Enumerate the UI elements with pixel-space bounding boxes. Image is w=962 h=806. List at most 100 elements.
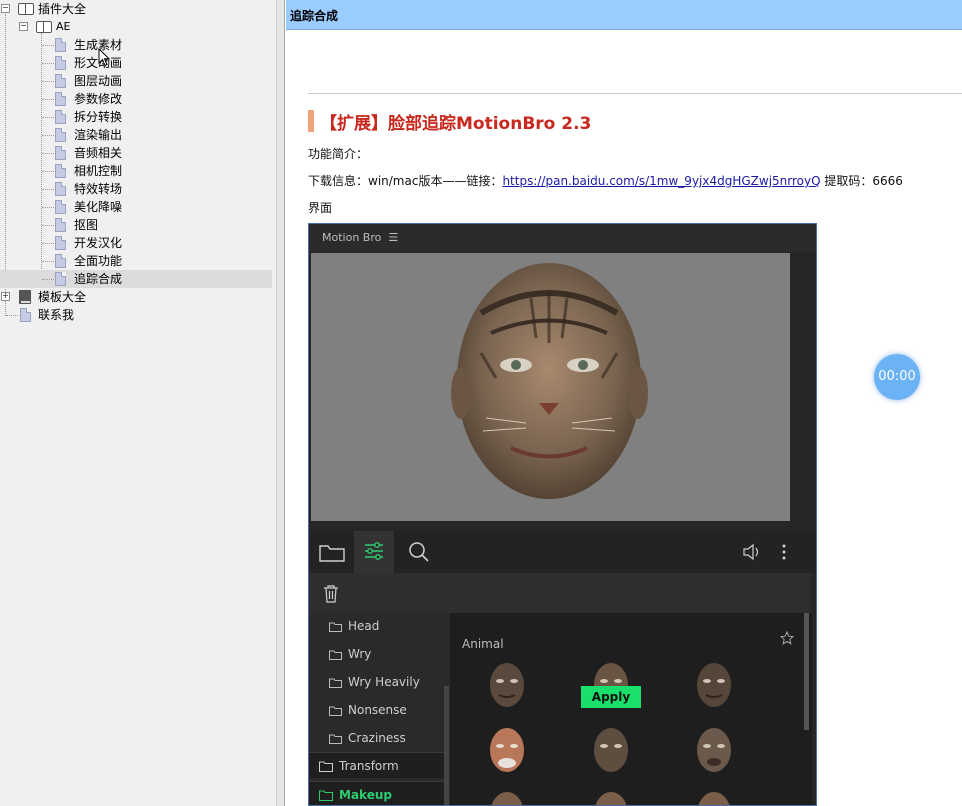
tree-item[interactable]: 拆分转换 — [0, 108, 272, 126]
page-icon — [55, 38, 66, 52]
preset-thumbnail[interactable] — [591, 726, 631, 774]
preset-thumbnail[interactable] — [487, 790, 527, 806]
page-icon — [55, 272, 66, 286]
tree-line — [42, 81, 54, 82]
page-icon — [55, 182, 66, 196]
subcategory-item[interactable]: Wry — [329, 641, 371, 667]
tree-item[interactable]: 渲染输出 — [0, 126, 272, 144]
tree-item[interactable]: 图层动画 — [0, 72, 272, 90]
cat-face-image — [451, 263, 648, 499]
subcategory-label: Head — [348, 619, 380, 633]
more-button[interactable] — [765, 531, 805, 573]
collapse-icon[interactable]: − — [1, 4, 10, 13]
folder-icon — [329, 734, 342, 744]
preset-thumbnail[interactable] — [487, 726, 527, 774]
tree-line — [42, 153, 54, 154]
tree-item[interactable]: 参数修改 — [0, 90, 272, 108]
folder-icon — [329, 706, 342, 716]
tree-node-label: 插件大全 — [38, 2, 87, 16]
tree-node-label: AE — [56, 20, 71, 33]
category-list: Head Wry Wry Heavily Nonsense Craziness … — [309, 613, 450, 805]
tree-node-templates[interactable]: + 模板大全 — [0, 288, 276, 306]
tree-item[interactable]: 全面功能 — [0, 252, 272, 270]
expand-icon[interactable]: + — [1, 292, 10, 301]
subcategory-label: Wry — [348, 647, 372, 661]
subcategory-item[interactable]: Wry Heavily — [329, 669, 420, 695]
tree-item[interactable]: 相机控制 — [0, 162, 272, 180]
search-icon — [409, 542, 429, 562]
open-book-icon — [18, 3, 34, 15]
category-scrollbar[interactable] — [444, 686, 449, 805]
panel-title: Motion Bro ☰ — [322, 231, 399, 244]
more-icon — [782, 544, 786, 560]
folder-icon — [329, 622, 342, 632]
tree-item-selected[interactable]: 追踪合成 — [0, 270, 272, 288]
page-icon — [20, 308, 31, 322]
tree-node-ae[interactable]: − AE — [0, 18, 276, 36]
subcategory-label: Wry Heavily — [348, 675, 420, 689]
tree-item[interactable]: 开发汉化 — [0, 234, 272, 252]
page-icon — [55, 254, 66, 268]
tree-item-label: 开发汉化 — [74, 236, 123, 250]
panel-toolbar — [309, 531, 816, 573]
category-item-active[interactable]: Makeup — [309, 781, 444, 805]
tree-item[interactable]: 抠图 — [0, 216, 272, 234]
collapse-icon[interactable]: − — [19, 22, 28, 31]
tree-node-contact[interactable]: 联系我 — [0, 306, 276, 324]
tree-item-label: 全面功能 — [74, 254, 123, 268]
preset-thumbnail[interactable] — [591, 790, 631, 806]
tree-line — [42, 207, 54, 208]
preset-thumbnail[interactable] — [694, 790, 734, 806]
category-item[interactable]: Transform — [309, 752, 444, 778]
tree-line — [42, 99, 54, 100]
search-button[interactable] — [399, 531, 439, 573]
preset-thumbnail[interactable] — [694, 726, 734, 774]
panel-titlebar: Motion Bro ☰ — [309, 224, 816, 252]
preset-thumbnail[interactable] — [694, 661, 734, 709]
folder-icon — [319, 761, 333, 772]
folder-button[interactable] — [311, 531, 351, 573]
trash-icon[interactable] — [323, 585, 339, 603]
tree-item[interactable]: 美化降噪 — [0, 198, 272, 216]
subcategory-item[interactable]: Craziness — [329, 725, 406, 751]
tree-item-label: 拆分转换 — [74, 110, 123, 124]
apply-button[interactable]: Apply — [581, 686, 641, 708]
star-icon[interactable] — [780, 631, 794, 645]
page-icon — [55, 200, 66, 214]
tree-item-label: 抠图 — [74, 218, 99, 232]
tree-node-plugins[interactable]: − 插件大全 — [0, 0, 276, 18]
subcategory-label: Craziness — [348, 731, 406, 745]
motionbro-screenshot: Motion Bro ☰ Head Wry Wry Heavily Nonsen… — [308, 223, 817, 806]
article-title: 【扩展】脸部追踪MotionBro 2.3 — [320, 114, 592, 134]
tree-item[interactable]: 特效转场 — [0, 180, 272, 198]
subcategory-item[interactable]: Nonsense — [329, 697, 407, 723]
download-link[interactable]: https://pan.baidu.com/s/1mw_9yjx4dgHGZwj… — [502, 174, 820, 188]
sliders-button[interactable] — [354, 531, 394, 573]
grid-title: Animal — [462, 637, 504, 651]
tree-line — [42, 63, 54, 64]
mouse-cursor-icon — [98, 48, 111, 67]
tree-line — [42, 45, 54, 46]
preset-thumbnail[interactable] — [487, 661, 527, 709]
timer-bubble[interactable]: 00:00 — [874, 354, 920, 400]
tree-line — [42, 225, 54, 226]
pane-splitter[interactable] — [276, 0, 285, 806]
subcategory-label: Nonsense — [348, 703, 407, 717]
page-icon — [55, 164, 66, 178]
face-preview — [311, 253, 790, 521]
page-icon — [55, 92, 66, 106]
tree-item-label: 音频相关 — [74, 146, 123, 160]
page-icon — [55, 236, 66, 250]
tree-item[interactable]: 音频相关 — [0, 144, 272, 162]
tree-item-label: 相机控制 — [74, 164, 123, 178]
intro-text: 功能简介： — [308, 147, 369, 161]
content-header: 追踪合成 — [286, 0, 962, 30]
grid-scrollbar[interactable] — [804, 613, 809, 730]
tree-item[interactable]: 生成素材 — [0, 36, 272, 54]
subcategory-item[interactable]: Head — [329, 613, 379, 639]
closed-book-icon — [19, 290, 31, 304]
download-prefix: 下载信息：win/mac版本——链接： — [308, 174, 503, 188]
ui-label: 界面 — [308, 201, 333, 215]
tree-item-label: 追踪合成 — [74, 272, 123, 286]
tree-item[interactable]: 形文动画 — [0, 54, 272, 72]
